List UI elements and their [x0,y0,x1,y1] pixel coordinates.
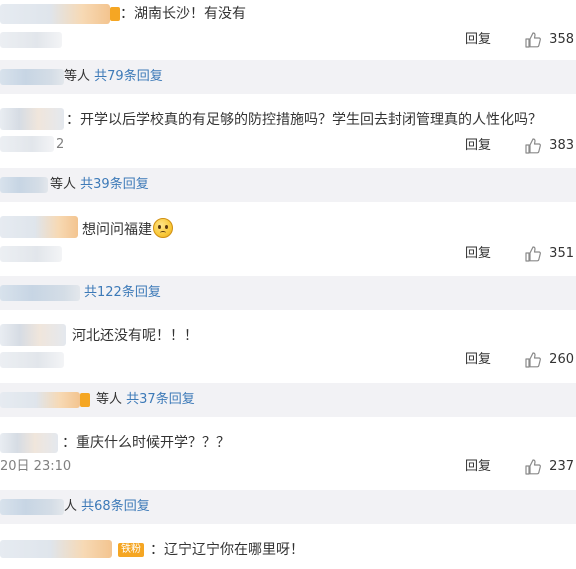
comment-time: 20日 23:10 [0,459,72,474]
comment-time [0,32,62,48]
more-replies-link[interactable]: 共122条回复 [84,284,161,302]
replier-names [0,392,80,408]
comment-text: ：重庆什么时候开学？？？ [62,435,230,451]
comment-text: 想问问福建 [82,218,173,240]
reply-button[interactable]: 回复 [465,245,491,263]
comment-text: ：辽宁辽宁你在哪里呀！ [150,542,304,558]
commenter-name[interactable] [0,216,78,238]
replier-names [0,285,80,301]
commenter-name[interactable] [0,4,110,24]
reply-button[interactable]: 回复 [465,351,491,369]
reply-button[interactable]: 回复 [465,458,491,476]
like-count: 383 [549,138,574,153]
more-replies-bar[interactable]: 等人 共79条回复 [0,60,576,94]
reply-button[interactable]: 回复 [465,31,491,49]
sad-face-icon [153,218,173,238]
comment-item: 河北还没有呢！！！ 回复 260 [0,310,576,382]
comment-text: ：湖南长沙！有没有 [120,6,246,22]
thumbs-up-icon [525,459,542,475]
replier-names [0,69,64,85]
like-count: 358 [549,32,574,47]
more-replies-link[interactable]: 人 共68条回复 [64,498,150,516]
comment-time: 2 [56,137,65,152]
more-replies-bar[interactable]: 等人 共39条回复 [0,168,576,202]
comment-text: 河北还没有呢！！！ [72,328,198,344]
thumbs-up-icon [525,246,542,262]
reply-button[interactable]: 回复 [465,137,491,155]
comment-item: ：开学以后学校真的有足够的防控措施吗？学生回去封闭管理真的人性化吗？ 2 回复 … [0,94,576,166]
like-count: 351 [549,246,574,261]
comment-text: ：开学以后学校真的有足够的防控措施吗？学生回去封闭管理真的人性化吗？ [66,112,542,128]
more-replies-link[interactable]: 等人 共79条回复 [64,68,163,86]
more-replies-bar[interactable]: 等人 共37条回复 [0,383,576,417]
comment-item: 想问问福建 回复 351 [0,202,576,274]
comment-item: 铁粉 ：辽宁辽宁你在哪里呀！ [0,524,576,569]
like-button[interactable]: 260 [524,351,574,369]
commenter-name[interactable] [0,324,66,346]
like-button[interactable]: 237 [524,458,574,476]
fan-badge [110,7,120,21]
comment-item: ：湖南长沙！有没有 回复 358 [0,0,576,60]
fan-badge: 铁粉 [118,543,144,557]
more-replies-link[interactable]: 等人 共37条回复 [96,391,195,409]
more-replies-link[interactable]: 等人 共39条回复 [50,176,149,194]
like-button[interactable]: 351 [524,245,574,263]
commenter-name[interactable] [0,540,112,558]
like-count: 237 [549,459,574,474]
thumbs-up-icon [525,138,542,154]
more-replies-bar[interactable]: 人 共68条回复 [0,490,576,524]
thumbs-up-icon [525,32,542,48]
commenter-name[interactable] [0,433,58,453]
comment-time [0,352,64,368]
more-replies-bar[interactable]: 共122条回复 [0,276,576,310]
commenter-name[interactable] [0,108,64,130]
comment-time [0,246,62,262]
like-button[interactable]: 383 [524,137,574,155]
comment-item: ：重庆什么时候开学？？？ 20日 23:10 回复 237 [0,417,576,489]
replier-names [0,499,64,515]
replier-names [0,177,48,193]
fan-badge [80,393,90,407]
like-count: 260 [549,352,574,367]
comment-time-blur [0,136,54,152]
like-button[interactable]: 358 [524,31,574,49]
thumbs-up-icon [525,352,542,368]
